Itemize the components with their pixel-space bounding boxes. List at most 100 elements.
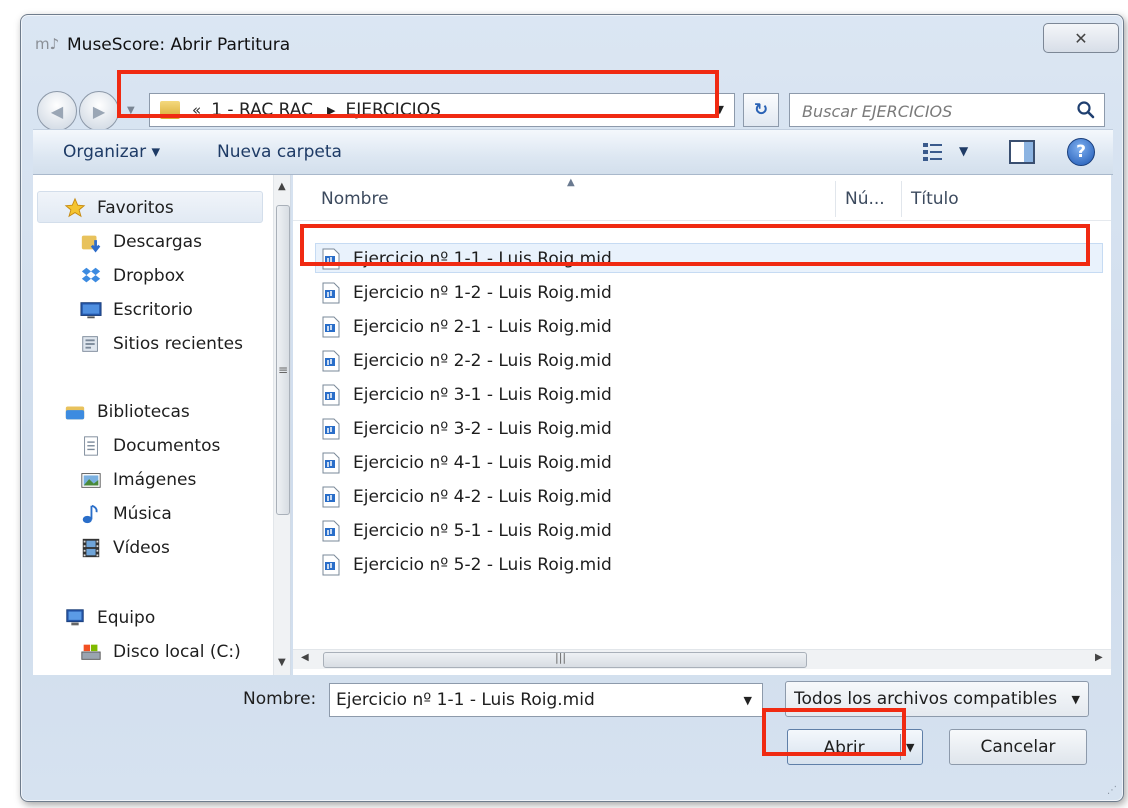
midi-file-icon [322,282,340,304]
file-row[interactable]: Ejercicio nº 3-2 - Luis Roig.mid [321,413,612,445]
midi-file-icon [322,384,340,406]
midi-file-icon [322,350,340,372]
filter-dropdown-icon[interactable]: ▼ [1072,693,1080,706]
scroll-grip-icon: ||| [555,651,567,664]
music-note-icon [82,504,98,524]
file-name: Ejercicio nº 5-2 - Luis Roig.mid [353,555,612,575]
file-row[interactable]: Ejercicio nº 1-2 - Luis Roig.mid [321,277,612,309]
nav-item-documentos[interactable]: Documentos [79,431,220,461]
file-horizontal-scrollbar[interactable]: ◀ ||| ▶ [293,649,1111,669]
nav-label: Música [113,504,172,524]
close-icon: ✕ [1074,28,1088,48]
address-bar-highlight-annotation [117,70,719,118]
column-header-name[interactable]: Nombre [321,189,389,209]
scroll-right-icon[interactable]: ▶ [1095,652,1103,663]
file-row[interactable]: Ejercicio nº 2-1 - Luis Roig.mid [321,311,612,343]
file-row[interactable]: Ejercicio nº 5-2 - Luis Roig.mid [321,549,612,581]
nav-vertical-scrollbar[interactable]: ▲ ≡ ▼ [273,175,290,675]
file-row[interactable]: Ejercicio nº 4-2 - Luis Roig.mid [321,481,612,513]
preview-pane-icon[interactable] [1009,140,1035,164]
file-name: Ejercicio nº 2-2 - Luis Roig.mid [353,351,612,371]
nav-label: Documentos [113,436,221,456]
nav-label: Descargas [113,232,202,252]
file-row[interactable]: Ejercicio nº 4-1 - Luis Roig.mid [321,447,612,479]
refresh-icon: ↻ [753,100,769,120]
file-name: Ejercicio nº 4-1 - Luis Roig.mid [353,453,612,473]
navigation-pane: Favoritos Descargas Dropbox Escritorio S… [33,175,291,675]
column-divider[interactable] [901,181,902,217]
nav-item-imagenes[interactable]: Imágenes [79,465,196,495]
nav-label: Favoritos [97,198,174,218]
help-icon[interactable]: ? [1067,138,1095,166]
file-row[interactable]: Ejercicio nº 2-2 - Luis Roig.mid [321,345,612,377]
nav-label: Sitios recientes [113,334,243,354]
nav-item-bibliotecas[interactable]: Bibliotecas [63,397,190,427]
nav-item-favorites[interactable]: Favoritos [63,193,174,223]
file-name: Ejercicio nº 3-1 - Luis Roig.mid [353,385,612,405]
column-divider[interactable] [835,181,836,217]
file-row[interactable]: Ejercicio nº 3-1 - Luis Roig.mid [321,379,612,411]
column-header-row: ▲ Nombre Nú... Título [293,175,1111,221]
new-folder-button[interactable]: Nueva carpeta [217,142,342,162]
file-name-dropdown-icon[interactable]: ▼ [744,694,752,707]
view-options-icon[interactable] [921,140,945,164]
desktop-icon [80,302,102,319]
sort-ascending-icon: ▲ [567,177,575,188]
file-name-input[interactable] [336,690,726,710]
scroll-grip-icon: ≡ [278,363,289,377]
window-title: MuseScore: Abrir Partitura [67,35,291,55]
downloads-folder-icon [81,235,101,253]
nav-item-disco-local[interactable]: Disco local (C:) [79,637,241,667]
midi-file-icon [322,452,340,474]
nav-item-musica[interactable]: Música [79,499,172,529]
file-name: Ejercicio nº 5-1 - Luis Roig.mid [353,521,612,541]
search-input[interactable] [802,100,1072,122]
local-disk-icon [81,644,101,660]
organize-menu[interactable]: Organizar ▾ [63,142,160,162]
libraries-icon [65,406,85,420]
nav-label: Equipo [97,608,156,628]
search-icon[interactable] [1076,100,1096,120]
nav-item-sitios-recientes[interactable]: Sitios recientes [79,329,243,359]
cancel-button[interactable]: Cancelar [949,729,1087,765]
midi-file-icon [322,486,340,508]
file-name: Ejercicio nº 4-2 - Luis Roig.mid [353,487,612,507]
open-options-dropdown-icon[interactable]: ▼ [906,741,914,754]
nav-item-escritorio[interactable]: Escritorio [79,295,193,325]
nav-item-dropbox[interactable]: Dropbox [79,261,185,291]
file-name: Ejercicio nº 1-2 - Luis Roig.mid [353,283,612,303]
back-button[interactable]: ◀ [37,91,77,131]
file-row[interactable]: Ejercicio nº 5-1 - Luis Roig.mid [321,515,612,547]
dropbox-icon [81,267,101,283]
open-score-dialog: m♪ MuseScore: Abrir Partitura ✕ ◀ ▶ ▼ « … [20,14,1124,802]
selected-file-highlight-annotation [300,224,1090,266]
resize-grip-icon[interactable]: ⋰ [1107,785,1119,797]
forward-button[interactable]: ▶ [79,91,119,131]
scroll-up-icon[interactable]: ▲ [278,181,286,192]
scroll-left-icon[interactable]: ◀ [301,652,309,663]
star-icon [64,197,86,218]
back-arrow-icon: ◀ [50,101,64,121]
midi-file-icon [322,520,340,542]
column-header-number[interactable]: Nú... [845,189,885,209]
musescore-icon: m♪ [35,35,60,53]
refresh-button[interactable]: ↻ [743,93,779,127]
scroll-down-icon[interactable]: ▼ [278,657,286,668]
scroll-thumb[interactable] [276,205,290,515]
nav-item-videos[interactable]: Vídeos [79,533,170,563]
recent-places-icon [82,336,98,352]
file-name-combobox[interactable]: ▼ [329,683,763,717]
nav-label: Dropbox [113,266,185,286]
open-button-highlight-annotation [762,708,906,756]
nav-label: Vídeos [113,538,170,558]
search-box[interactable] [789,93,1105,127]
view-dropdown-icon[interactable]: ▼ [959,144,968,158]
close-button[interactable]: ✕ [1043,23,1119,53]
midi-file-icon [322,418,340,440]
file-name: Ejercicio nº 2-1 - Luis Roig.mid [353,317,612,337]
nav-item-equipo[interactable]: Equipo [63,603,155,633]
nav-label: Imágenes [113,470,197,490]
computer-icon [66,609,84,626]
nav-item-descargas[interactable]: Descargas [79,227,202,257]
column-header-title[interactable]: Título [911,189,959,209]
